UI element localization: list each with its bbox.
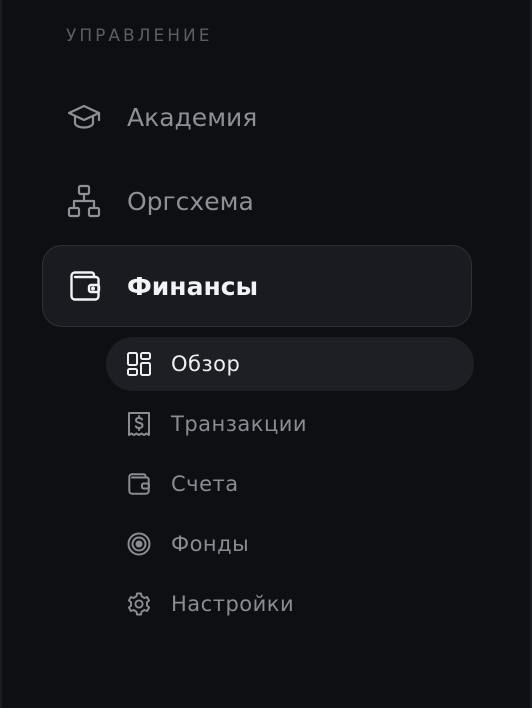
sidebar-item-academy[interactable]: Академия xyxy=(42,77,472,157)
gear-icon xyxy=(126,591,152,617)
receipt-icon xyxy=(126,411,152,437)
wallet-icon xyxy=(126,471,152,497)
subitem-settings[interactable]: Настройки xyxy=(106,577,474,631)
subitem-label: Фонды xyxy=(171,532,250,556)
sidebar-item-label: Оргсхема xyxy=(127,186,254,216)
sidebar-item-finance[interactable]: Финансы xyxy=(42,245,472,327)
wallet-icon xyxy=(67,268,103,304)
graduation-cap-icon xyxy=(66,99,102,135)
target-icon xyxy=(126,531,152,557)
dashboard-grid-icon xyxy=(126,351,152,377)
subitem-label: Транзакции xyxy=(171,412,308,436)
subitem-transactions[interactable]: Транзакции xyxy=(106,397,474,451)
org-chart-icon xyxy=(66,183,102,219)
sidebar: УПРАВЛЕНИЕ Академия Оргсхема Финансы Обз… xyxy=(0,0,532,708)
subitem-label: Настройки xyxy=(171,592,295,616)
section-label: УПРАВЛЕНИЕ xyxy=(66,26,213,46)
subitem-overview[interactable]: Обзор xyxy=(106,337,474,391)
subitem-accounts[interactable]: Счета xyxy=(106,457,474,511)
sidebar-item-label: Финансы xyxy=(127,271,259,301)
sidebar-item-org-chart[interactable]: Оргсхема xyxy=(42,161,472,241)
subitem-label: Обзор xyxy=(171,352,241,376)
sidebar-item-label: Академия xyxy=(127,102,258,132)
subitem-funds[interactable]: Фонды xyxy=(106,517,474,571)
subitem-label: Счета xyxy=(171,472,239,496)
